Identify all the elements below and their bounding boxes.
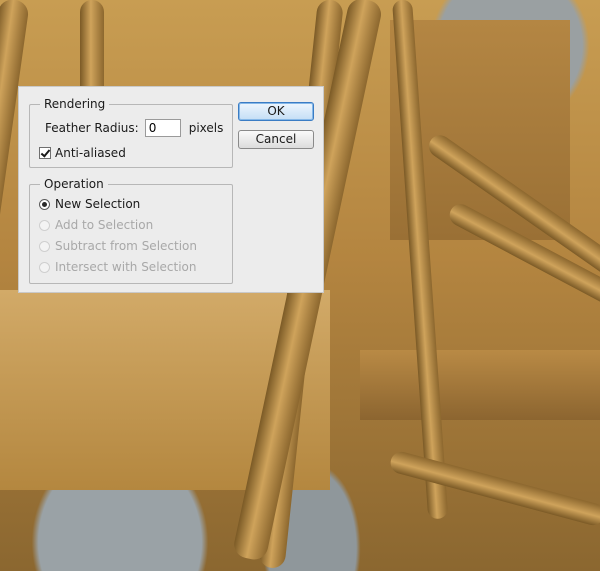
- option-subtract-from-selection: Subtract from Selection: [39, 239, 197, 253]
- antialiased-checkbox[interactable]: [39, 147, 51, 159]
- background-hose: [388, 449, 600, 528]
- ok-button[interactable]: OK: [238, 102, 314, 121]
- option-label: New Selection: [55, 197, 141, 211]
- radio-intersect-with-selection: [39, 261, 50, 273]
- antialiased-label: Anti-aliased: [55, 146, 126, 160]
- option-label: Add to Selection: [55, 218, 154, 232]
- feather-row: Feather Radius: pixels: [45, 119, 223, 137]
- background-crossbar: [360, 350, 600, 420]
- option-label: Subtract from Selection: [55, 239, 197, 253]
- option-new-selection[interactable]: New Selection: [39, 197, 140, 211]
- rendering-group: Rendering Feather Radius: pixels Anti-al…: [29, 97, 233, 168]
- rendering-title: Rendering: [40, 97, 110, 111]
- radio-add-to-selection: [39, 219, 50, 231]
- operation-group: Operation New Selection Add to Selection…: [29, 177, 233, 284]
- option-label: Intersect with Selection: [55, 260, 197, 274]
- option-intersect-with-selection: Intersect with Selection: [39, 260, 197, 274]
- antialiased-row[interactable]: Anti-aliased: [39, 146, 126, 160]
- feather-unit-label: pixels: [188, 121, 224, 135]
- feather-radius-label: Feather Radius:: [45, 121, 139, 135]
- option-add-to-selection: Add to Selection: [39, 218, 153, 232]
- radio-new-selection[interactable]: [39, 198, 50, 210]
- feather-radius-input[interactable]: [144, 119, 181, 137]
- operation-title: Operation: [40, 177, 108, 191]
- cancel-button[interactable]: Cancel: [238, 130, 314, 149]
- radio-subtract-from-selection: [39, 240, 50, 252]
- make-selection-dialog: Rendering Feather Radius: pixels Anti-al…: [18, 86, 324, 293]
